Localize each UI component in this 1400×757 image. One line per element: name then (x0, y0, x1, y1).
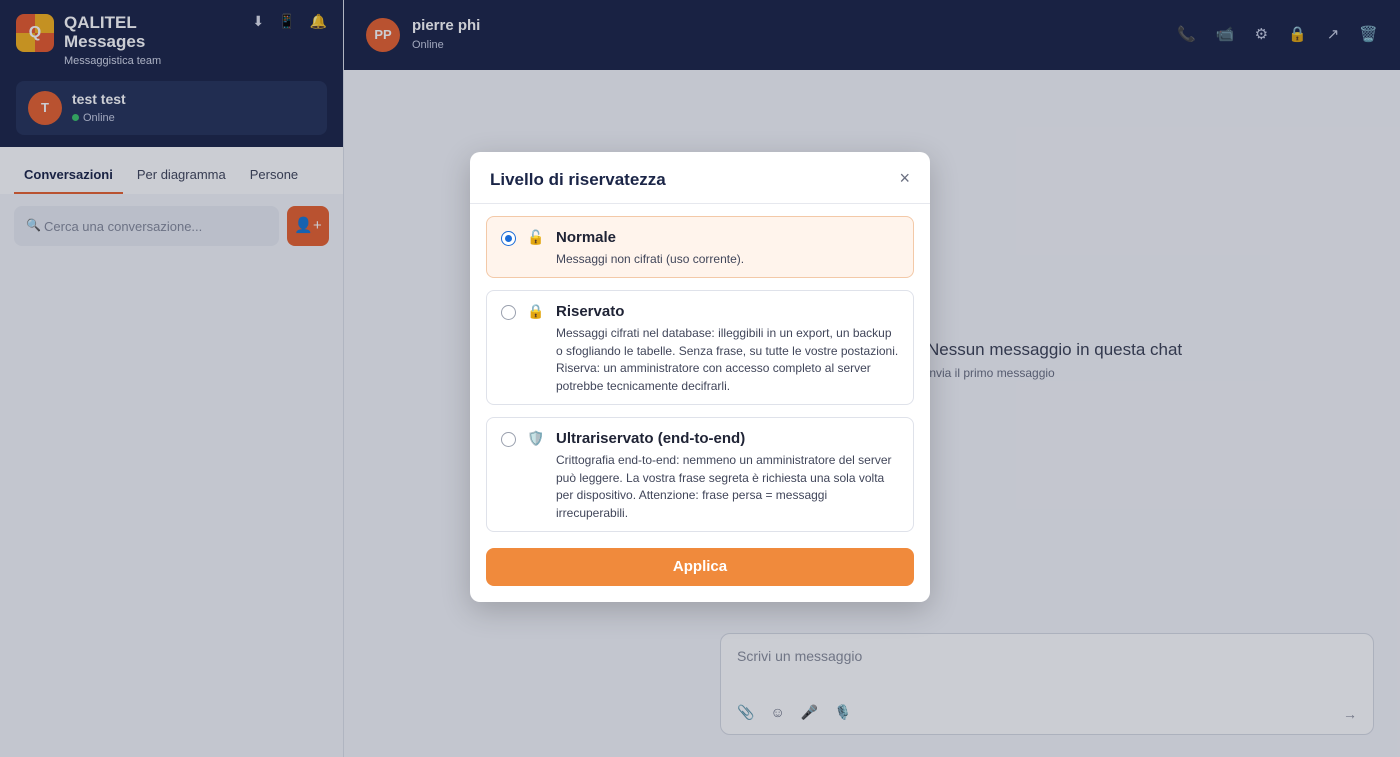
radio-ultrariservato[interactable] (501, 432, 516, 447)
shield-icon: 🛡️ (527, 430, 545, 446)
unlock-icon: 🔓 (527, 229, 545, 245)
radio-riservato[interactable] (501, 305, 516, 320)
option-normale[interactable]: 🔓 Normale Messaggi non cifrati (uso corr… (486, 216, 914, 278)
privacy-level-dialog: Livello di riservatezza × 🔓 Normale Mess… (470, 152, 930, 602)
lock-icon: 🔒 (527, 303, 545, 319)
radio-normale[interactable] (501, 231, 516, 246)
option-title: Riservato (556, 303, 625, 320)
option-ultrariservato[interactable]: 🛡️ Ultrariservato (end-to-end) Crittogra… (486, 417, 914, 532)
close-icon[interactable]: × (899, 169, 910, 187)
option-title: Ultrariservato (end-to-end) (556, 430, 746, 447)
option-title: Normale (556, 229, 617, 246)
option-description: Messaggi cifrati nel database: illeggibi… (556, 326, 899, 393)
option-description: Crittografia end-to-end: nemmeno un ammi… (556, 453, 892, 520)
dialog-title: Livello di riservatezza (490, 170, 666, 189)
apply-button[interactable]: Applica (486, 548, 914, 586)
option-description: Messaggi non cifrati (uso corrente). (556, 252, 745, 266)
option-riservato[interactable]: 🔒 Riservato Messaggi cifrati nel databas… (486, 290, 914, 405)
